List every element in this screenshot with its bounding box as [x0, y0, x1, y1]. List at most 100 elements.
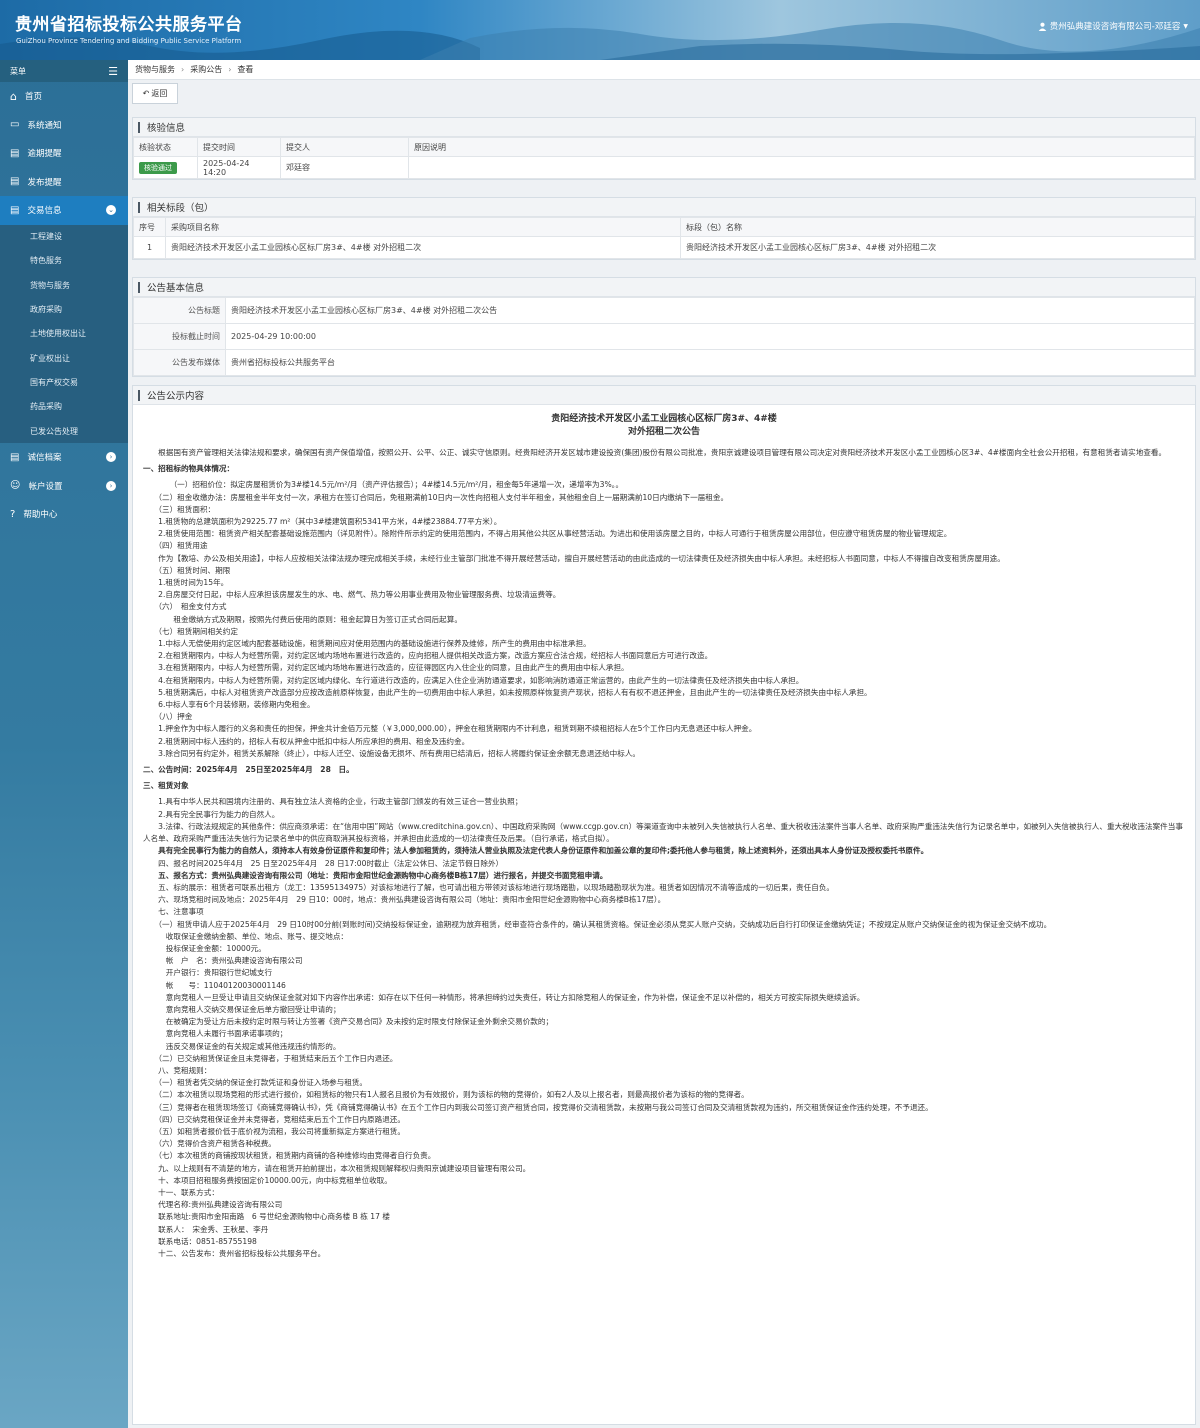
notice-paragraph: 帐 号：11040120030001146: [143, 980, 286, 990]
section-name: 贵阳经济技术开发区小孟工业园核心区标厂房3#、4#楼 对外招租二次: [680, 236, 1195, 259]
list-icon: ▤: [10, 204, 20, 216]
notice-paragraph: （二）租金收缴办法：房屋租金半年支付一次，承租方在签订合同后，免租期满前10日内…: [143, 492, 729, 502]
sub-item-state-assets[interactable]: 国有产权交易: [0, 370, 128, 394]
sub-item-drugs[interactable]: 药品采购: [0, 395, 128, 419]
notice-paragraph: 3.除合同另有约定外，租赁关系解除（终止），中标人迁空、设施设备无损坏、所有费用…: [143, 748, 641, 758]
column-header: 原因说明: [408, 137, 1195, 157]
notice-paragraph: 五、标的展示：租赁者可联系出租方（龙工：13595134975）对该标地进行了解…: [143, 882, 835, 892]
notice-paragraph: 在被确定为受让方后未按约定时限与转让方签署《资产交易合同》及未按约定时限支付除保…: [143, 1017, 554, 1027]
sidebar-item-overdue[interactable]: ▤ 逾期提醒: [0, 139, 128, 168]
notice-paragraph: 六、现场竞租时间及地点：2025年4月 29 日10：00时，地点：贵州弘典建设…: [143, 895, 666, 905]
sub-item-engineering[interactable]: 工程建设: [0, 225, 128, 249]
notice-paragraph: （一）租赁者凭交纳的保证金打款凭证和身份证入场参与租赁。: [143, 1078, 368, 1088]
notice-paragraph: 根据国有资产管理相关法律法规和要求，确保国有资产保值增值，按照公开、公平、公正、…: [143, 448, 1167, 457]
table-row: 1 贵阳经济技术开发区小孟工业园核心区标厂房3#、4#楼 对外招租二次 贵阳经济…: [133, 236, 1195, 259]
sidebar-item-publish[interactable]: ▤ 发布提醒: [0, 168, 128, 197]
notice-paragraph: （六） 租金支付方式: [143, 602, 227, 612]
notice-paragraph: 代理名称:贵州弘典建设咨询有限公司: [143, 1200, 283, 1210]
notice-paragraph: 6.中标人享有6个月装修期，装修期内免租金。: [143, 700, 315, 710]
sidebar-item-help[interactable]: ? 帮助中心: [0, 500, 128, 529]
field-value: 2025-04-29 10:00:00: [225, 323, 1195, 350]
notice-paragraph: 1.具有中华人民共和国境内注册的、具有独立法人资格的企业，行政主管部门颁发的有效…: [143, 797, 523, 807]
notice-paragraph: 2.在租赁期限内，中标人为经营所需，对约定区域内场地布置进行改造的，应向招租人提…: [143, 651, 713, 661]
back-icon: ↶: [142, 89, 150, 98]
chevron-down-icon: ⌄: [106, 205, 116, 216]
sub-item-special[interactable]: 特色服务: [0, 249, 128, 273]
notice-paragraph: 十、本项目招租服务费按固定价10000.00元，向中标竞租单位收取。: [143, 1175, 392, 1185]
list-icon: ▤: [10, 451, 20, 463]
sub-item-mining[interactable]: 矿业权出让: [0, 346, 128, 370]
main-content: 货物与服务 › 采购公告 › 查看 ↶ 返回 核验信息 核验状态 提交时间 提交人 原…: [128, 60, 1200, 1428]
basic-info-panel: 公告基本信息 公告标题 贵阳经济技术开发区小孟工业园核心区标厂房3#、4#楼 对外…: [132, 277, 1196, 377]
verify-table: 核验状态 提交时间 提交人 原因说明 核验通过 2025-04-24 14:20…: [133, 137, 1195, 179]
notice-paragraph: 3.法律、行政法规规定的其他条件：供应商须承诺：在“信用中国”网站（www.cr…: [143, 821, 1183, 844]
notice-paragraph: 1.押金作为中标人履行的义务和责任的担保，押金共计金佰万元整（￥3,000,00…: [143, 724, 757, 734]
hamburger-icon[interactable]: ☰: [108, 65, 118, 78]
notice-paragraph: 具有完全民事行为能力的自然人，须持本人有效身份证原件和复印件；法人参加租赁的，须…: [143, 846, 929, 856]
sidebar-item-label: 帮助中心: [23, 510, 58, 521]
sidebar-item-label: 发布提醒: [27, 177, 62, 188]
list-icon: ▤: [10, 176, 20, 188]
verify-panel: 核验信息 核验状态 提交时间 提交人 原因说明 核验通过 2025-04-24 …: [132, 117, 1196, 180]
notice-paragraph: 三、租赁对象: [143, 781, 189, 791]
sub-item-land[interactable]: 土地使用权出让: [0, 322, 128, 346]
notice-body: 根据国有资产管理相关法律法规和要求，确保国有资产保值增值，按照公开、公平、公正、…: [143, 447, 1185, 1260]
breadcrumb-item[interactable]: 采购公告: [190, 64, 222, 75]
panel-title: 公告基本信息: [133, 278, 1195, 297]
notice-paragraph: 租金缴纳方式及期限，按照先付费后使用的原则：租金起算日为签订正式合同后起算。: [143, 614, 462, 624]
sub-item-procurement[interactable]: 政府采购: [0, 297, 128, 321]
column-header: 标段（包）名称: [680, 217, 1195, 237]
reason: [408, 156, 1195, 179]
field-label: 投标截止时间: [133, 323, 226, 350]
notice-title-line: 对外招租二次公告: [627, 427, 700, 437]
field-label: 公告发布媒体: [133, 349, 226, 376]
sub-menu: 工程建设 特色服务 货物与服务 政府采购 土地使用权出让 矿业权出让 国有产权交…: [0, 224, 128, 444]
notice-paragraph: （一）招租价位：拟定房屋租赁价为3#楼14.5元/m²/月（资产评估报告）；4#…: [143, 480, 624, 490]
notice-paragraph: （二）本次租赁以现场竞租的形式进行报价，如租赁标的物只有1人报名且报价为有效报价…: [143, 1090, 749, 1100]
table-row: 公告发布媒体 贵州省招标投标公共服务平台: [133, 349, 1195, 376]
table-row: 公告标题 贵阳经济技术开发区小孟工业园核心区标厂房3#、4#楼 对外招租二次公告: [133, 297, 1195, 324]
notice-paragraph: 联系地址:贵阳市金阳南路 6 号世纪金源购物中心商务楼 B 栋 17 楼: [143, 1212, 390, 1222]
notice-paragraph: 九、以上规则有不清楚的地方，请在租赁开拍前提出，本次租赁规则解释权归贵阳京诚建设…: [143, 1163, 531, 1173]
breadcrumb: 货物与服务 › 采购公告 › 查看: [128, 60, 1200, 80]
sub-item-published[interactable]: 已发公告处理: [0, 419, 128, 443]
back-button[interactable]: ↶ 返回: [132, 83, 178, 104]
monitor-icon: ▭: [10, 119, 20, 131]
notice-paragraph: 一、招租标的物具体情况：: [143, 464, 235, 474]
notice-paragraph: （三）竞得者在租赁现场签订《商铺竞得确认书》，凭《商铺竞得确认书》在五个工作日内…: [143, 1102, 933, 1112]
submit-time: 2025-04-24 14:20: [197, 156, 281, 179]
notice-paragraph: （二）已交纳租赁保证金且未竞得者，于租赁结束后五个工作日内退还。: [143, 1053, 398, 1063]
column-header: 采购项目名称: [165, 217, 681, 237]
notice-paragraph: 意向竞租人未履行书面承诺事项的；: [143, 1029, 288, 1039]
related-table: 序号 采购项目名称 标段（包）名称 1 贵阳经济技术开发区小孟工业园核心区标厂房…: [133, 217, 1195, 259]
breadcrumb-item[interactable]: 货物与服务: [135, 64, 175, 75]
notice-paragraph: 意向竞租人交纳交易保证金后单方撤回受让申请的；: [143, 1004, 341, 1014]
notice-paragraph: 2.租赁使用范围：租赁资产相关配套基础设施范围内（详见附件）。除附件所示约定的使…: [143, 529, 952, 539]
notice-paragraph: 开户银行：贵阳银行世纪城支行: [143, 968, 273, 978]
sidebar-item-label: 诚信档案: [27, 453, 62, 464]
field-value: 贵阳经济技术开发区小孟工业园核心区标厂房3#、4#楼 对外招租二次公告: [225, 297, 1195, 324]
page-header: 贵州省招标投标公共服务平台 GuiZhou Province Tendering…: [0, 0, 1200, 60]
sidebar-item-trade[interactable]: ▤ 交易信息 ⌄: [0, 196, 128, 225]
field-value: 贵州省招标投标公共服务平台: [225, 349, 1195, 376]
site-title: 贵州省招标投标公共服务平台: [15, 15, 243, 35]
notice-paragraph: 投标保证金金额：10000元。: [143, 943, 266, 953]
sidebar-item-notice[interactable]: ▭ 系统通知: [0, 111, 128, 140]
notice-paragraph: 1.租赁物的总建筑面积为29225.77 m²（其中3#楼建筑面积5341平方米…: [143, 517, 502, 527]
notice-paragraph: 收取保证金缴纳金额、单位、地点、账号、提交地点：: [143, 931, 349, 941]
user-name: 贵州弘典建设咨询有限公司-邓廷容: [1049, 22, 1181, 32]
notice-paragraph: 3.在租赁期限内，中标人为经营所需，对约定区域内场地布置进行改造的，应征得园区内…: [143, 663, 629, 673]
site-subtitle: GuiZhou Province Tendering and Bidding P…: [16, 37, 242, 45]
sidebar-item-label: 交易信息: [27, 206, 62, 217]
user-menu[interactable]: 贵州弘典建设咨询有限公司-邓廷容 ▼: [1038, 20, 1188, 32]
sidebar-item-credit[interactable]: ▤ 诚信档案 ›: [0, 443, 128, 472]
sidebar-item-home[interactable]: ⌂ 首页: [0, 82, 128, 111]
menu-label: 菜单: [10, 66, 26, 76]
sub-item-goods[interactable]: 货物与服务: [0, 273, 128, 297]
notice-content: 贵阳经济技术开发区小孟工业园核心区标厂房3#、4#楼 对外招租二次公告 根据国有…: [133, 405, 1195, 1266]
question-icon: ?: [10, 508, 16, 520]
sidebar-item-account[interactable]: ☺ 帐户设置 ›: [0, 472, 128, 501]
notice-paragraph: （七）本次租赁的商铺按现状租赁，租赁期内商铺的各种维修均由竞得者自行负责。: [143, 1151, 436, 1161]
basic-info-table: 公告标题 贵阳经济技术开发区小孟工业园核心区标厂房3#、4#楼 对外招租二次公告 …: [133, 297, 1195, 376]
submitter: 邓廷容: [280, 156, 409, 179]
